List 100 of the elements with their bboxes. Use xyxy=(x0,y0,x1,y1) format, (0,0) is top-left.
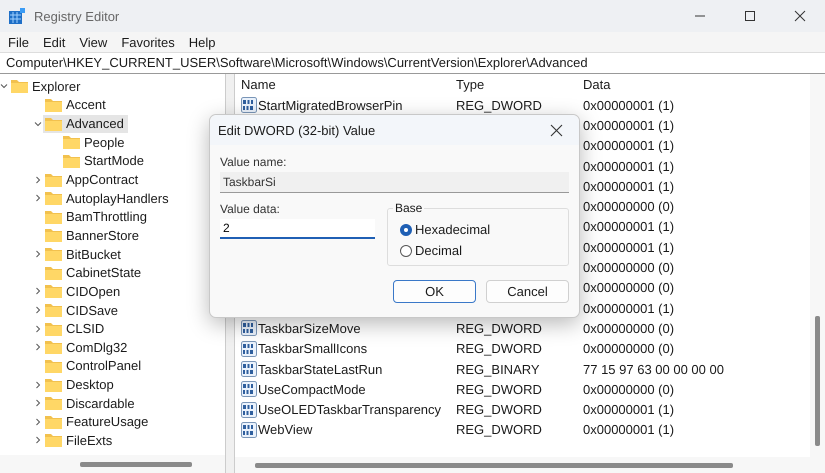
folder-icon xyxy=(45,98,62,112)
cancel-button[interactable]: Cancel xyxy=(486,280,569,303)
tree-item[interactable]: Desktop xyxy=(43,376,118,394)
value-data: 0x00000001 (1) xyxy=(583,240,674,255)
tree-item[interactable]: ControlPanel xyxy=(43,356,146,375)
expand-chevron-icon[interactable] xyxy=(34,176,42,184)
scrollbar-thumb[interactable] xyxy=(815,316,820,446)
expand-chevron-icon[interactable] xyxy=(34,194,42,202)
dialog-title: Edit DWORD (32-bit) Value xyxy=(218,122,376,138)
app-icon xyxy=(8,7,26,25)
folder-icon xyxy=(45,284,62,298)
value-data: 0x00000000 (0) xyxy=(583,341,674,356)
folder-icon xyxy=(45,210,62,224)
tree-item[interactable]: Explorer xyxy=(9,77,84,96)
value-type: REG_DWORD xyxy=(456,382,542,397)
tree-item[interactable]: People xyxy=(61,133,128,152)
tree-item[interactable]: Accent xyxy=(43,96,110,114)
folder-icon xyxy=(45,322,62,336)
value-data: 77 15 97 63 00 00 00 00 xyxy=(583,362,724,376)
binary-value-icon xyxy=(241,340,257,357)
value-type: REG_DWORD xyxy=(456,98,542,113)
value-type: REG_DWORD xyxy=(456,341,542,356)
folder-icon xyxy=(45,396,62,410)
tree-item[interactable]: AutoplayHandlers xyxy=(43,189,173,208)
radio-option[interactable]: Decimal xyxy=(400,240,568,261)
ok-button[interactable]: OK xyxy=(393,280,476,303)
value-name[interactable]: WebView xyxy=(258,422,312,438)
tree-item[interactable]: FileExts xyxy=(43,431,116,450)
maximize-icon[interactable] xyxy=(744,10,756,22)
tree-item[interactable]: AppContract xyxy=(43,170,142,189)
tree-item[interactable]: BannerStore xyxy=(43,226,143,244)
expand-chevron-icon[interactable] xyxy=(34,418,42,426)
scrollbar-thumb[interactable] xyxy=(80,462,192,467)
value-name-field[interactable]: TaskbarSi xyxy=(220,172,569,193)
value-type: REG_BINARY xyxy=(456,362,540,376)
value-data: 0x00000000 (0) xyxy=(583,280,674,296)
value-data: 0x00000001 (1) xyxy=(583,138,674,154)
value-type: REG_DWORD xyxy=(456,422,542,438)
expand-chevron-icon[interactable] xyxy=(34,399,42,408)
column-header[interactable]: Name xyxy=(241,77,456,92)
value-data: 0x00000001 (1) xyxy=(583,158,674,174)
folder-icon xyxy=(45,172,62,187)
scrollbar-thumb[interactable] xyxy=(255,463,733,468)
value-name[interactable]: TaskbarSizeMove xyxy=(258,320,361,336)
folder-icon xyxy=(11,79,28,94)
value-data: 0x00000001 (1) xyxy=(583,118,674,133)
expand-chevron-icon[interactable] xyxy=(34,324,42,333)
folder-icon xyxy=(45,358,62,373)
close-icon[interactable] xyxy=(550,124,563,136)
column-header[interactable]: Data xyxy=(583,77,610,92)
tree-item[interactable]: StartMode xyxy=(61,152,148,170)
value-data: 0x00000000 (0) xyxy=(583,199,674,214)
tree-item[interactable]: CabinetState xyxy=(43,264,146,282)
value-data: 0x00000001 (1) xyxy=(583,300,674,316)
binary-value-icon xyxy=(241,402,257,418)
column-header[interactable]: Type xyxy=(456,77,583,92)
value-data: 0x00000001 (1) xyxy=(583,98,674,113)
menu-item[interactable]: Favorites xyxy=(121,34,175,50)
folder-icon xyxy=(45,414,62,429)
value-name[interactable]: TaskbarSmallIcons xyxy=(258,341,368,356)
tree-item[interactable]: CIDSave xyxy=(43,301,122,319)
tree-item[interactable]: Advanced xyxy=(43,114,128,133)
folder-icon xyxy=(63,135,80,150)
folder-icon xyxy=(45,340,62,354)
folder-icon xyxy=(45,266,62,280)
menu-item[interactable]: File xyxy=(8,34,29,50)
folder-icon xyxy=(63,154,80,168)
tree-item[interactable]: ComDlg32 xyxy=(43,338,132,356)
expand-chevron-icon[interactable] xyxy=(34,287,42,296)
menu-item[interactable]: View xyxy=(79,34,108,50)
tree-item[interactable]: BitBucket xyxy=(43,245,125,264)
tree-item[interactable]: CIDOpen xyxy=(43,282,124,300)
value-data: 0x00000000 (0) xyxy=(583,260,674,276)
value-data: 0x00000001 (1) xyxy=(583,219,674,234)
tree-item[interactable]: Discardable xyxy=(43,394,139,412)
value-data: 0x00000001 (1) xyxy=(583,422,674,438)
expand-chevron-icon[interactable] xyxy=(34,380,42,389)
expand-chevron-icon[interactable] xyxy=(34,436,42,444)
value-name[interactable]: UseCompactMode xyxy=(258,382,366,397)
tree-item[interactable]: BamThrottling xyxy=(43,208,151,226)
tree-item[interactable]: CLSID xyxy=(43,320,108,338)
menu-item[interactable]: Edit xyxy=(42,34,66,50)
expand-chevron-icon[interactable] xyxy=(34,250,42,258)
value-type: REG_DWORD xyxy=(456,320,542,336)
value-name[interactable]: UseOLEDTaskbarTransparency xyxy=(258,402,442,418)
close-icon[interactable] xyxy=(794,10,806,22)
expand-chevron-icon[interactable] xyxy=(34,306,42,314)
binary-value-icon xyxy=(241,320,257,336)
tree-item[interactable]: FeatureUsage xyxy=(43,412,152,431)
collapse-chevron-icon[interactable] xyxy=(34,120,42,128)
collapse-chevron-icon[interactable] xyxy=(0,82,8,90)
value-data-field[interactable]: 2 xyxy=(220,219,375,239)
menu-item[interactable]: Help xyxy=(188,34,216,50)
address-bar[interactable]: Computer\HKEY_CURRENT_USER\Software\Microsoft\Windows\CurrentVersion\Explorer\Advanced xyxy=(0,52,825,74)
value-name[interactable]: StartMigratedBrowserPin xyxy=(258,98,402,113)
value-name[interactable]: TaskbarStateLastRun xyxy=(258,362,382,376)
value-data: 0x00000001 (1) xyxy=(583,402,674,418)
field-label: Value name: xyxy=(220,155,288,169)
expand-chevron-icon[interactable] xyxy=(34,343,42,352)
radio-option[interactable]: Hexadecimal xyxy=(400,219,568,240)
